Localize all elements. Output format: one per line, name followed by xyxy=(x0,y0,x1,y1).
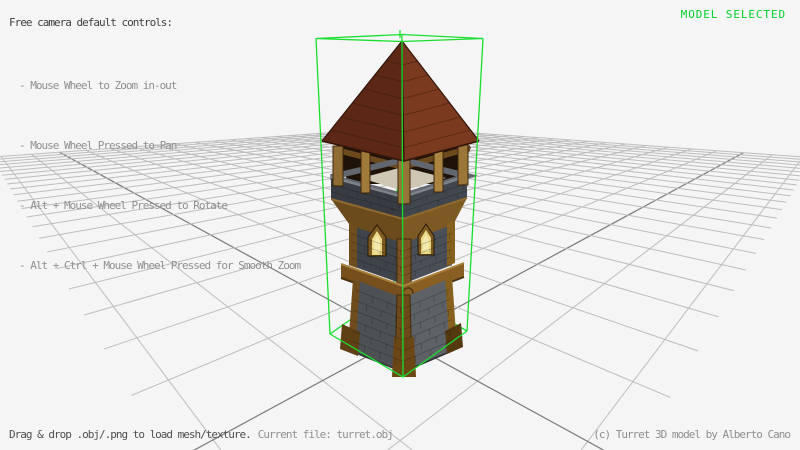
help-title: Free camera default controls: xyxy=(9,16,172,29)
post-left-corner xyxy=(333,146,343,186)
help-list: - Mouse Wheel to Zoom in-out - Mouse Whe… xyxy=(19,36,300,316)
post-right-mid xyxy=(434,149,443,192)
turret-model[interactable] xyxy=(322,41,479,377)
model-viewer-app: Free camera default controls: - Mouse Wh… xyxy=(0,0,800,450)
help-item: - Mouse Wheel Pressed to Pan xyxy=(19,136,300,156)
post-right-corner xyxy=(458,145,468,185)
corner-trim-front xyxy=(397,239,411,288)
roof-face-left xyxy=(322,41,404,161)
help-item: - Alt + Ctrl + Mouse Wheel Pressed for S… xyxy=(19,256,300,276)
credit-label: (c) Turret 3D model by Alberto Cano xyxy=(593,428,790,441)
roof-face-right xyxy=(402,41,479,161)
footer-hint: Drag & drop .obj/.png to load mesh/textu… xyxy=(9,428,393,441)
current-file-label: Current file: turret.obj xyxy=(258,428,393,441)
corner-trim-left xyxy=(349,224,357,268)
bbox-right-vertical-edge xyxy=(467,39,483,332)
corner-trim-right xyxy=(447,221,455,266)
status-badge: MODEL SELECTED xyxy=(681,8,786,21)
help-item: - Alt + Mouse Wheel Pressed to Rotate xyxy=(19,196,300,216)
post-front-corner xyxy=(398,155,410,204)
drop-hint: Drag & drop .obj/.png to load mesh/textu… xyxy=(9,428,251,441)
help-item: - Mouse Wheel to Zoom in-out xyxy=(19,76,300,96)
post-left-mid xyxy=(361,150,370,193)
